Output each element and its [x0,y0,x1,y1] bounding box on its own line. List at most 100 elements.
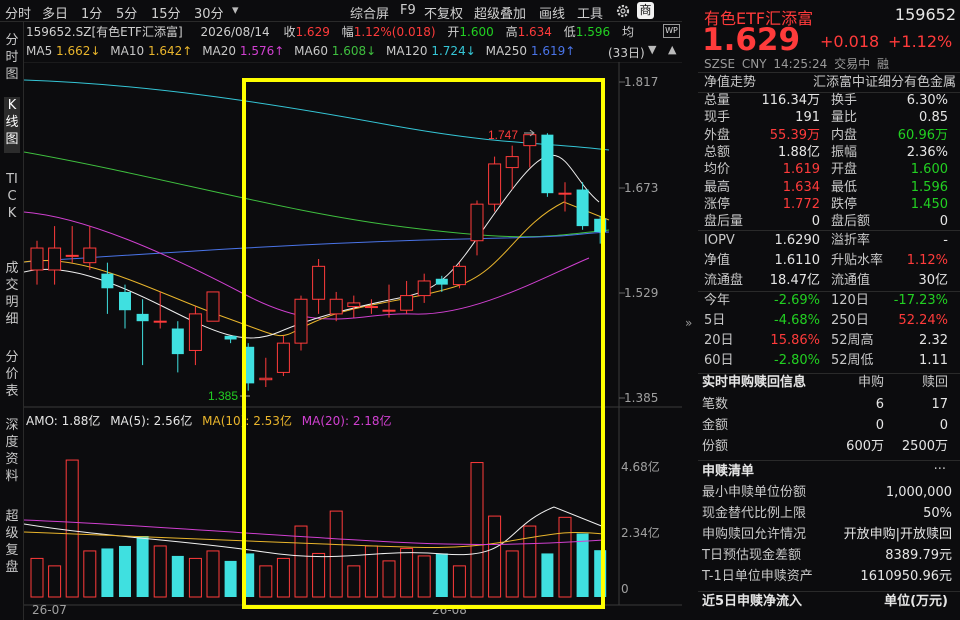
f9-button[interactable]: F9 [400,3,416,18]
quote-key: 盘后额 [831,214,871,230]
highlight-box [242,78,605,609]
period-dropdown-icon[interactable]: ▾ [232,3,239,18]
candle[interactable] [65,254,79,257]
stock-terminal-window: { "toolbar": { "left_items": ["分时","多日",… [0,0,960,620]
scroll-arrow-icon[interactable]: ▲ [668,43,676,56]
quote-value: 18.47亿 [769,273,820,288]
high-label: 高 [505,25,518,39]
candle[interactable] [83,247,97,264]
collapse-panel-icon[interactable]: » [685,316,692,330]
volume-bar[interactable] [153,545,167,598]
volume-bar[interactable] [171,555,184,597]
quote-value: 1.11 [919,353,948,368]
volume-bar[interactable] [206,550,220,598]
quote-value: 1.634 [782,179,820,195]
volume-bar[interactable] [119,545,131,597]
volume-bar[interactable] [136,536,149,597]
quote-key: 120日 [831,293,869,308]
quote-key: IOPV [704,233,735,248]
quote-key: 内盘 [831,127,858,143]
list-more-button[interactable]: ··· [934,460,946,479]
list-row-label: 现金替代比例上限 [702,506,807,521]
candle[interactable] [101,273,114,289]
side-nav-super-replay[interactable]: 超级复盘 [4,508,20,580]
candle[interactable] [188,313,202,351]
tab-30min[interactable]: 30分 [194,3,224,22]
super-overlay-button[interactable]: 超级叠加 [474,3,526,22]
vol-ma5-value: MA(5): 2.56亿 [110,414,193,428]
tab-15min[interactable]: 15分 [151,3,181,22]
sr-row-label: 金额 [702,418,729,433]
volume-bar[interactable] [224,560,237,597]
tab-1min[interactable]: 1分 [81,3,102,22]
side-nav-depth-data[interactable]: 深度资料 [4,417,20,489]
period-dropdown-arrow-icon[interactable]: ▼ [648,43,656,56]
shop-icon[interactable]: 商 [637,2,654,19]
side-nav-intraday-chart[interactable]: 分时图 [4,32,20,86]
sr-row-value: 17 [931,397,948,412]
volume-bar[interactable] [30,557,44,598]
quote-key: 净值 [704,253,731,268]
range-label: 幅 [341,25,354,39]
candle[interactable] [48,247,62,271]
quote-key: 均价 [704,162,731,178]
volume-bar[interactable] [188,557,202,598]
sr-row-value: 0 [939,418,948,433]
tab-5min[interactable]: 5分 [116,3,137,22]
sr-row-value: 2500万 [901,439,948,454]
candle[interactable] [136,313,149,322]
quote-key: 20日 [704,333,734,348]
list-row-label: 最小申赎单位份额 [702,485,807,500]
quote-value: 2.32 [919,333,948,348]
close-label: 收 [283,25,296,39]
quote-value: 191 [795,110,820,126]
side-nav-tick[interactable]: TICK [4,171,20,243]
composite-screen-button[interactable]: 综合屏 [350,3,389,22]
wp-badge-icon[interactable]: WP [663,24,680,38]
quote-value: 30亿 [918,273,948,288]
ma10-name: MA10 [110,44,145,58]
quote-value: 1.12% [906,253,948,268]
quote-value: 6.30% [906,93,948,108]
security-code: 159652.SZ[有色ETF汇添富] [26,25,183,39]
side-nav-trade-details[interactable]: 成交明细 [4,260,20,332]
tab-intraday[interactable]: 分时 [5,3,31,22]
candle[interactable] [171,328,184,355]
volume-bar[interactable] [101,548,114,597]
quote-value: - [943,233,948,248]
quote-key: 振幅 [831,144,858,160]
draw-line-button[interactable]: 画线 [539,3,565,22]
amo-value: AMO: 1.88亿 [26,414,101,428]
tab-multi-day[interactable]: 多日 [42,3,68,22]
unit-label: 单位(万元) [884,594,948,609]
no-adjust-button[interactable]: 不复权 [424,3,463,22]
volume-bar[interactable] [48,565,62,598]
candle[interactable] [119,291,131,311]
candle[interactable] [224,335,237,340]
gear-icon[interactable] [615,3,631,19]
volume-bar[interactable] [83,550,97,598]
candle[interactable] [206,291,220,322]
quote-key: 60日 [704,353,734,368]
candle[interactable] [153,320,167,323]
nav-trend-link[interactable]: 净值走势 [704,73,756,92]
quote-value: 1.88亿 [778,144,820,160]
volume-bar[interactable] [65,459,79,598]
x-axis-label: 26-07 [32,603,67,617]
quote-value: 1.6110 [774,253,821,268]
low-value: 1.596 [575,25,611,39]
quote-key: 总量 [704,93,731,108]
quote-key: 今年 [704,293,731,308]
period-count[interactable]: (33日) [608,44,645,61]
quote-value: 1.772 [782,196,820,212]
quote-value: 1.450 [910,196,948,212]
sr-row-label: 笔数 [702,397,729,412]
candle[interactable] [30,247,44,271]
volume-axis-label: 2.34亿 [621,526,660,540]
tools-button[interactable]: 工具 [577,3,603,22]
side-nav-price-table[interactable]: 分价表 [4,349,20,403]
quote-value: 52.24% [898,313,948,328]
side-nav-kline-chart[interactable]: K线图 [4,97,20,153]
sr-row-label: 份额 [702,439,729,454]
side-nav: 分时图 K线图 TICK 成交明细 分价表 深度资料 超级复盘 [0,22,24,620]
